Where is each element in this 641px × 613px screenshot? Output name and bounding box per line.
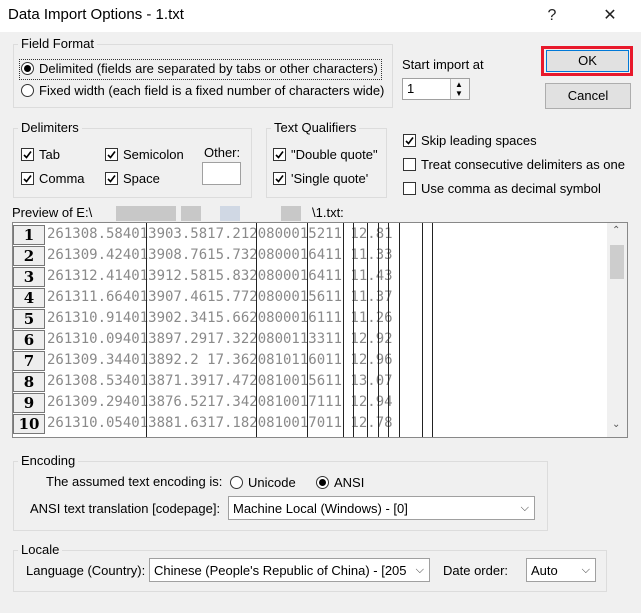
tab-checkbox[interactable] xyxy=(21,148,34,161)
fixed-width-radio[interactable] xyxy=(21,84,34,97)
double-quote-label[interactable]: "Double quote" xyxy=(291,147,378,163)
redacted-path xyxy=(96,206,306,221)
preview-row-text: 261309.294013876.5217.3420810017111 12.9… xyxy=(47,394,393,410)
chevron-down-icon[interactable]: ⌵ xyxy=(416,564,424,577)
column-separator[interactable] xyxy=(353,223,354,437)
tab-label[interactable]: Tab xyxy=(39,147,60,163)
row-number: 9 xyxy=(13,393,45,413)
comma-decimal-label[interactable]: Use comma as decimal symbol xyxy=(421,181,601,197)
fixed-width-label[interactable]: Fixed width (each field is a fixed numbe… xyxy=(39,83,384,99)
row-number: 6 xyxy=(13,330,45,350)
row-number: 8 xyxy=(13,372,45,392)
ansi-radio[interactable] xyxy=(316,476,329,489)
row-number: 2 xyxy=(13,246,45,266)
skip-leading-spaces-label[interactable]: Skip leading spaces xyxy=(421,133,537,149)
delimited-radio[interactable] xyxy=(21,62,34,75)
codepage-value[interactable]: Machine Local (Windows) - [0] xyxy=(233,501,408,516)
spin-up-icon[interactable]: ▲ xyxy=(455,80,463,89)
window-title: Data Import Options - 1.txt xyxy=(8,6,184,23)
row-number: 10 xyxy=(13,414,45,434)
row-number: 5 xyxy=(13,309,45,329)
comma-checkbox[interactable] xyxy=(21,172,34,185)
preview-row-text: 261309.344013892.2 17.3620810116011 12.9… xyxy=(47,352,393,368)
other-input[interactable] xyxy=(202,162,241,185)
column-separator[interactable] xyxy=(378,223,379,437)
date-order-label: Date order: xyxy=(443,563,509,578)
date-order-select[interactable]: Auto ⌵ xyxy=(526,558,596,582)
language-value[interactable]: Chinese (People's Republic of China) - [… xyxy=(154,563,406,578)
column-separator[interactable] xyxy=(146,223,147,437)
preview-label-suffix: \1.txt: xyxy=(312,205,344,220)
spinner-buttons[interactable]: ▲ ▼ xyxy=(450,79,469,99)
preview-row-text: 261309.424013908.7615.7320800016411 11.3… xyxy=(47,247,393,263)
preview-row-text: 261310.054013881.6317.1820810017011 12.7… xyxy=(47,415,393,431)
scrollbar-thumb[interactable] xyxy=(610,245,624,279)
scroll-up-icon[interactable]: ⌃ xyxy=(612,225,620,236)
single-quote-label[interactable]: 'Single quote' xyxy=(291,171,368,187)
single-quote-checkbox[interactable] xyxy=(273,172,286,185)
chevron-down-icon[interactable]: ⌵ xyxy=(521,502,529,515)
cancel-button[interactable]: Cancel xyxy=(545,83,631,109)
start-import-value[interactable]: 1 xyxy=(407,81,414,96)
column-separator[interactable] xyxy=(256,223,257,437)
close-button[interactable]: ✕ xyxy=(598,4,622,28)
date-order-value[interactable]: Auto xyxy=(531,563,558,578)
row-number: 1 xyxy=(13,225,45,245)
preview-label-prefix: Preview of E:\ xyxy=(12,205,93,220)
chevron-down-icon[interactable]: ⌵ xyxy=(582,564,590,577)
column-separator[interactable] xyxy=(422,223,423,437)
skip-leading-spaces-checkbox[interactable] xyxy=(403,134,416,147)
preview-row-text: 261312.414013912.5815.8320800016411 11.4… xyxy=(47,268,393,284)
language-label: Language (Country): xyxy=(26,563,146,578)
other-label: Other: xyxy=(204,145,241,160)
preview-row-text: 261310.094013897.2917.3220800113311 12.9… xyxy=(47,331,393,347)
text-qualifiers-group xyxy=(266,128,387,198)
assumed-encoding-label: The assumed text encoding is: xyxy=(46,474,223,489)
preview-row-text: 261308.534013871.3917.4720810015611 13.0… xyxy=(47,373,393,389)
row-number: 7 xyxy=(13,351,45,371)
space-label[interactable]: Space xyxy=(123,171,160,187)
unicode-radio[interactable] xyxy=(230,476,243,489)
preview-row-text: 261310.914013902.3415.6620800016111 11.2… xyxy=(47,310,393,326)
column-separator[interactable] xyxy=(432,223,433,437)
locale-label: Locale xyxy=(18,543,63,557)
column-separator[interactable] xyxy=(399,223,400,437)
row-number: 3 xyxy=(13,267,45,287)
double-quote-checkbox[interactable] xyxy=(273,148,286,161)
semicolon-label[interactable]: Semicolon xyxy=(123,147,184,163)
comma-decimal-checkbox[interactable] xyxy=(403,182,416,195)
codepage-select[interactable]: Machine Local (Windows) - [0] ⌵ xyxy=(228,496,535,520)
delimited-label[interactable]: Delimited (fields are separated by tabs … xyxy=(39,61,378,77)
encoding-label: Encoding xyxy=(18,454,79,468)
vertical-scrollbar[interactable]: ⌃ ⌄ xyxy=(607,223,627,437)
space-checkbox[interactable] xyxy=(105,172,118,185)
column-separator[interactable] xyxy=(388,223,389,437)
semicolon-checkbox[interactable] xyxy=(105,148,118,161)
treat-consecutive-label[interactable]: Treat consecutive delimiters as one xyxy=(421,157,625,173)
row-number: 4 xyxy=(13,288,45,308)
help-button[interactable]: ? xyxy=(540,4,564,28)
field-format-label: Field Format xyxy=(18,37,97,51)
spin-down-icon[interactable]: ▼ xyxy=(455,89,463,98)
column-separator[interactable] xyxy=(367,223,368,437)
language-select[interactable]: Chinese (People's Republic of China) - [… xyxy=(149,558,430,582)
start-import-spinner[interactable]: 1 ▲ ▼ xyxy=(402,78,470,100)
preview-grid[interactable]: 1 261308.584013903.5817.2120800015211 12.… xyxy=(12,222,628,438)
column-separator[interactable] xyxy=(307,223,308,437)
ansi-translation-label: ANSI text translation [codepage]: xyxy=(30,501,221,516)
column-separator[interactable] xyxy=(343,223,344,437)
preview-row-text: 261308.584013903.5817.2120800015211 12.8… xyxy=(47,226,393,242)
scroll-down-icon[interactable]: ⌄ xyxy=(612,419,620,430)
treat-consecutive-checkbox[interactable] xyxy=(403,158,416,171)
preview-row-text: 261311.664013907.4615.7720800015611 11.3… xyxy=(47,289,393,305)
start-import-label: Start import at xyxy=(402,57,484,72)
ansi-label[interactable]: ANSI xyxy=(334,475,364,491)
ok-button[interactable]: OK xyxy=(546,50,629,72)
delimiters-label: Delimiters xyxy=(18,121,82,135)
text-qualifiers-label: Text Qualifiers xyxy=(271,121,360,135)
comma-label[interactable]: Comma xyxy=(39,171,85,187)
unicode-label[interactable]: Unicode xyxy=(248,475,296,491)
